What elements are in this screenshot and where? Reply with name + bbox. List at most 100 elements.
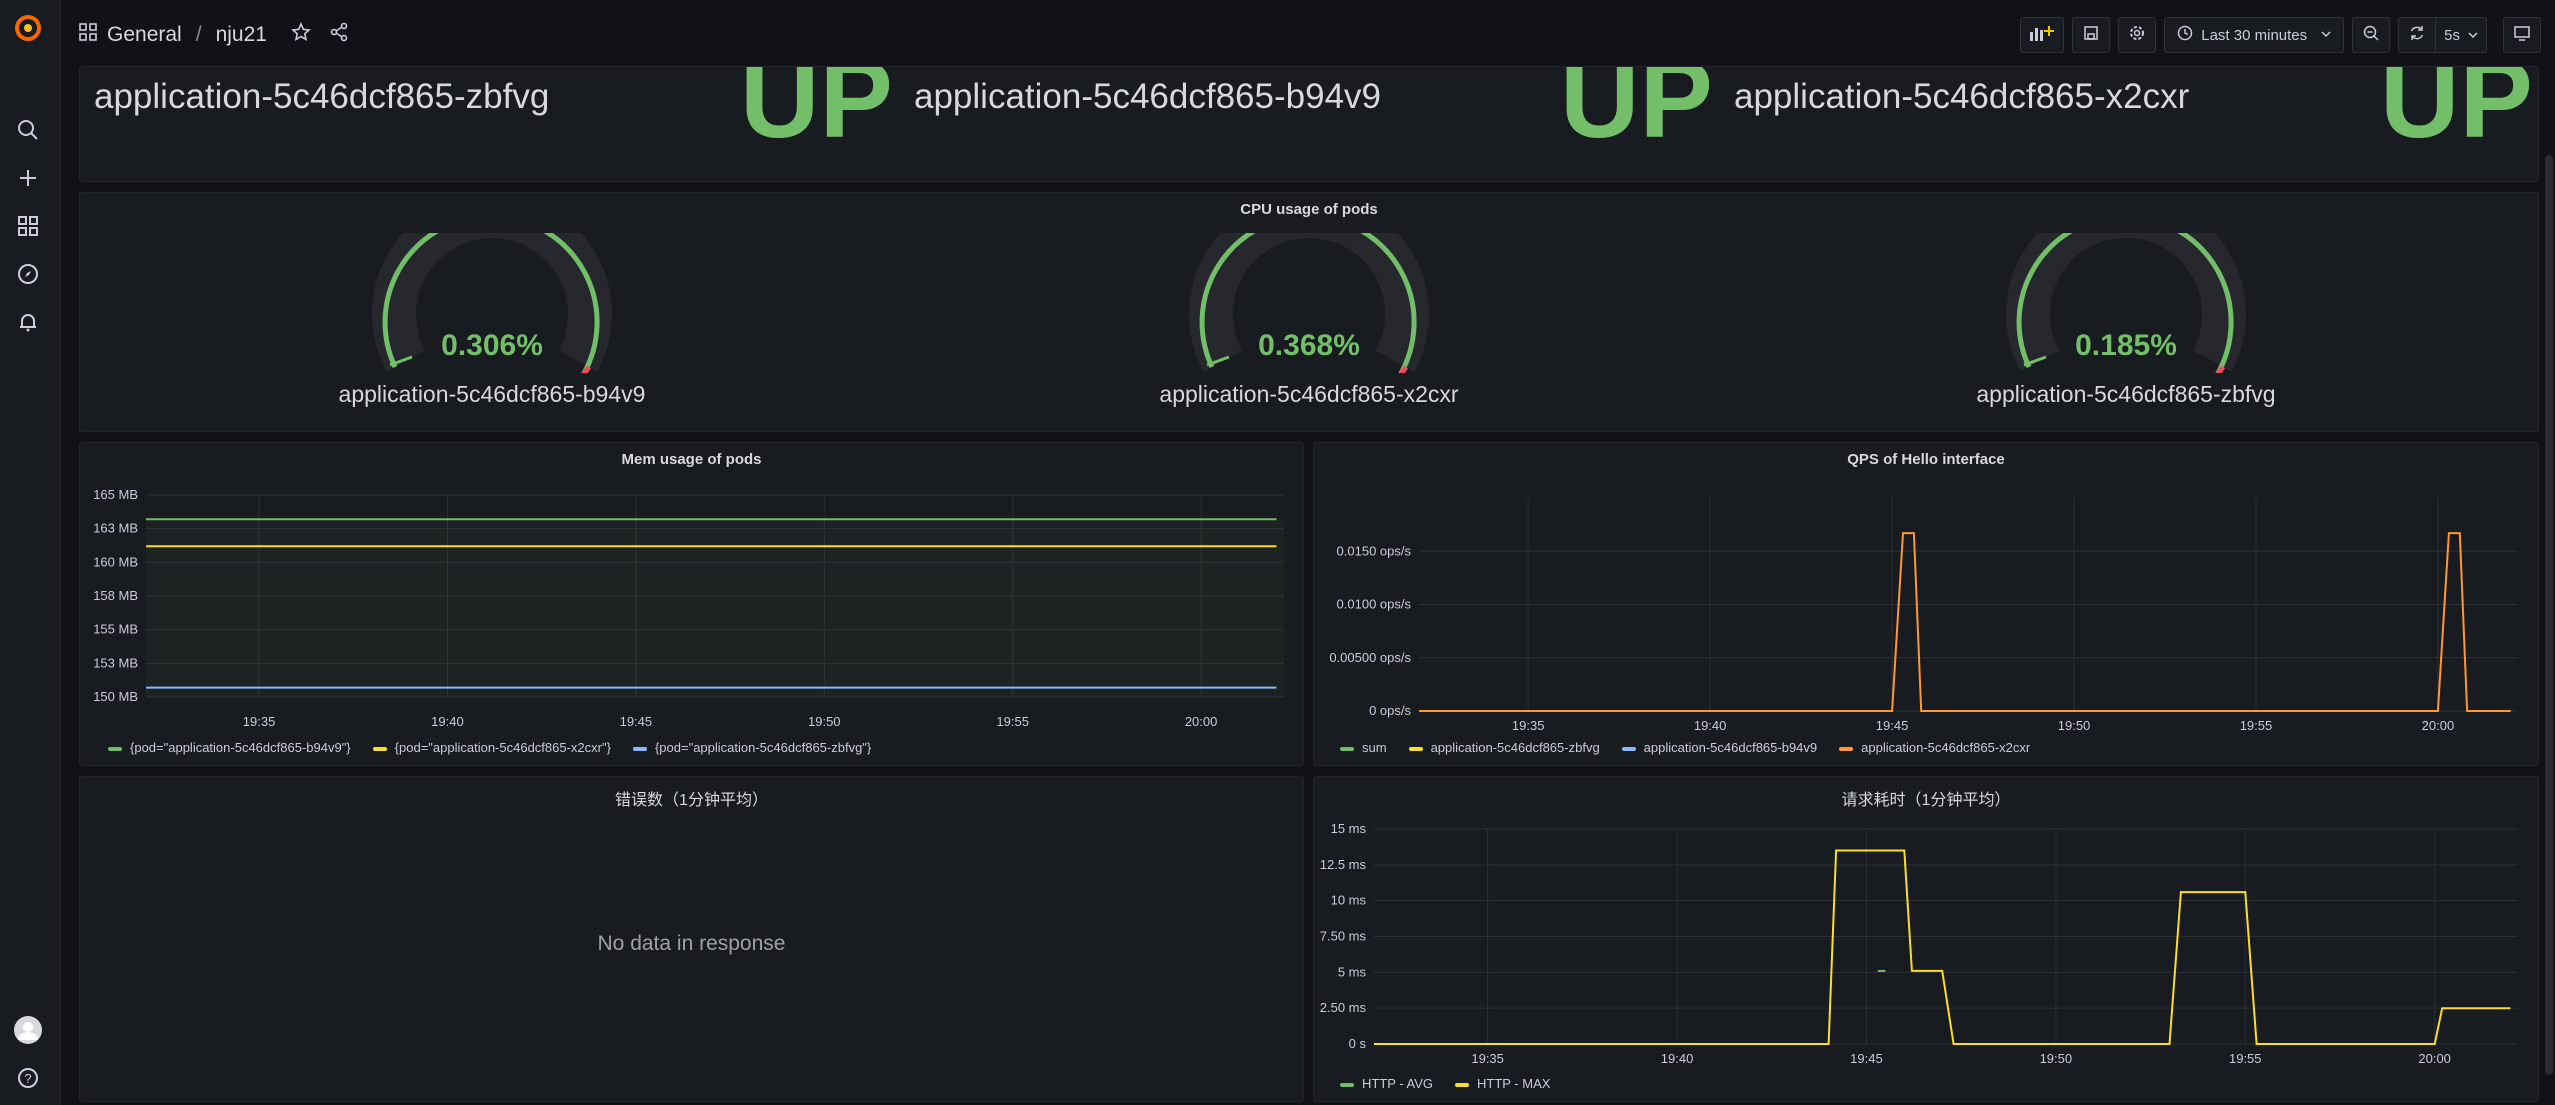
legend-item[interactable]: application-5c46dcf865-zbfvg — [1408, 740, 1600, 755]
legend-item[interactable]: {pod="application-5c46dcf865-zbfvg"} — [632, 740, 872, 755]
zoom-out-icon — [2362, 24, 2380, 47]
legend-label: application-5c46dcf865-x2cxr — [1861, 740, 2031, 755]
y-tick-label: 0.0150 ops/s — [1337, 543, 1412, 558]
share-icon[interactable] — [329, 22, 349, 48]
legend-swatch — [1621, 746, 1636, 751]
legend-swatch — [1455, 1082, 1470, 1087]
dashboards-icon[interactable] — [12, 210, 44, 242]
x-tick-label: 20:00 — [1185, 714, 1218, 729]
x-tick-label: 19:55 — [2240, 718, 2273, 733]
legend-swatch — [1408, 746, 1423, 751]
y-tick-label: 15 ms — [1331, 821, 1367, 836]
legend-item[interactable]: sum — [1340, 740, 1387, 755]
cpu-gauge: 0.368% application-5c46dcf865-x2cxr — [1159, 194, 1459, 431]
x-tick-label: 19:35 — [1471, 1051, 1504, 1066]
legend-item[interactable]: {pod="application-5c46dcf865-x2cxr"} — [372, 740, 611, 755]
svg-text:?: ? — [24, 1071, 31, 1086]
legend-swatch — [632, 746, 647, 751]
x-tick-label: 19:50 — [2040, 1051, 2073, 1066]
legend-label: {pod="application-5c46dcf865-x2cxr"} — [394, 740, 611, 755]
legend-swatch — [1340, 1082, 1354, 1087]
time-range-picker[interactable]: Last 30 minutes — [2164, 17, 2345, 53]
series-line — [1419, 532, 2511, 712]
legend-item[interactable]: HTTP - AVG — [1340, 1076, 1433, 1091]
add-panel-icon — [2029, 24, 2055, 47]
legend-item[interactable]: application-5c46dcf865-b94v9 — [1621, 740, 1817, 755]
no-data-message: No data in response — [597, 932, 786, 955]
search-icon[interactable] — [12, 114, 44, 146]
chart-legend: {pod="application-5c46dcf865-b94v9"} {po… — [108, 740, 871, 755]
legend-item[interactable]: HTTP - MAX — [1455, 1076, 1550, 1091]
gauge-value: 0.306% — [441, 329, 543, 362]
error-count-panel: 错误数（1分钟平均） No data in response — [79, 776, 1304, 1102]
grafana-logo-icon[interactable] — [12, 12, 44, 44]
stat-pod-value: UP — [740, 66, 893, 161]
stat-pod-value: UP — [2380, 66, 2533, 161]
legend-swatch — [372, 746, 387, 751]
y-tick-label: 165 MB — [93, 487, 138, 502]
y-tick-label: 0.0100 ops/s — [1337, 597, 1412, 612]
x-tick-label: 19:40 — [1694, 718, 1727, 733]
y-tick-label: 0.00500 ops/s — [1329, 650, 1411, 665]
breadcrumb-folder[interactable]: General — [107, 23, 182, 47]
pod-status-panel: application-5c46dcf865-zbfvg UP applicat… — [79, 66, 2539, 182]
legend-item[interactable]: {pod="application-5c46dcf865-b94v9"} — [108, 740, 351, 755]
panel-title[interactable]: 错误数（1分钟平均） — [80, 786, 1303, 810]
chart-legend: sum application-5c46dcf865-zbfvg applica… — [1340, 740, 2030, 755]
x-tick-label: 19:55 — [996, 714, 1029, 729]
y-tick-label: 150 MB — [93, 689, 138, 704]
stat-pod-value: UP — [1560, 66, 1713, 161]
user-avatar[interactable] — [12, 1014, 44, 1046]
qps-chart[interactable]: 0 ops/s 0.00500 ops/s 0.0100 ops/s 0.0150 o… — [1314, 443, 2539, 743]
y-tick-label: 163 MB — [93, 521, 138, 536]
dashboard-settings-button[interactable] — [2118, 17, 2157, 53]
breadcrumb-dashboard[interactable]: nju21 — [216, 23, 267, 47]
x-tick-label: 19:35 — [1512, 718, 1545, 733]
mem-usage-chart[interactable]: 150 MB 153 MB 155 MB 158 MB 160 MB 163 MB 165 … — [80, 443, 1304, 743]
y-tick-label: 2.50 ms — [1320, 1000, 1367, 1015]
chevron-down-icon — [2321, 26, 2331, 44]
legend-label: {pod="application-5c46dcf865-b94v9"} — [130, 740, 351, 755]
gauge-value: 0.368% — [1258, 329, 1360, 362]
x-tick-label: 19:35 — [243, 714, 276, 729]
star-icon[interactable] — [291, 22, 311, 48]
x-tick-label: 19:50 — [808, 714, 841, 729]
legend-item[interactable]: application-5c46dcf865-x2cxr — [1839, 740, 2030, 755]
x-tick-label: 19:40 — [431, 714, 464, 729]
breadcrumb-separator: / — [195, 23, 202, 46]
explore-compass-icon[interactable] — [12, 258, 44, 290]
y-tick-label: 7.50 ms — [1320, 929, 1367, 944]
add-panel-button[interactable] — [2020, 17, 2065, 53]
y-tick-label: 5 ms — [1338, 964, 1367, 979]
panel-title[interactable]: CPU usage of pods — [80, 201, 2538, 218]
alerting-bell-icon[interactable] — [12, 306, 44, 338]
save-dashboard-button[interactable] — [2072, 17, 2111, 53]
tv-mode-button[interactable] — [2503, 17, 2541, 53]
refresh-interval-label: 5s — [2444, 26, 2460, 44]
refresh-interval-dropdown[interactable]: 5s — [2436, 17, 2487, 53]
dashboard-grid-icon — [79, 23, 97, 47]
save-icon — [2083, 25, 2099, 46]
x-tick-label: 20:00 — [2422, 718, 2455, 733]
stat-pod-name: application-5c46dcf865-zbfvg — [94, 77, 550, 116]
top-navbar: General / nju21 Last 30 minutes 5s — [61, 0, 2555, 70]
chevron-down-icon — [2468, 27, 2478, 44]
dashboard-scrollbar[interactable] — [2545, 155, 2553, 1075]
series-line — [1374, 849, 2511, 1045]
x-tick-label: 19:50 — [2058, 718, 2091, 733]
plus-icon[interactable] — [12, 162, 44, 194]
x-tick-label: 19:55 — [2229, 1051, 2262, 1066]
legend-swatch — [108, 746, 122, 751]
x-tick-label: 19:45 — [1850, 1051, 1883, 1066]
y-tick-label: 158 MB — [93, 588, 138, 603]
latency-chart[interactable]: 0 s 2.50 ms 5 ms 7.50 ms 10 ms 12.5 ms 15 ms 19… — [1314, 777, 2539, 1077]
stat-pod-name: application-5c46dcf865-b94v9 — [914, 77, 1381, 116]
monitor-icon — [2513, 24, 2531, 47]
legend-label: HTTP - MAX — [1477, 1076, 1551, 1091]
refresh-button[interactable] — [2398, 17, 2437, 53]
help-icon[interactable]: ? — [12, 1062, 44, 1094]
legend-label: {pod="application-5c46dcf865-zbfvg"} — [654, 740, 872, 755]
y-tick-label: 12.5 ms — [1320, 857, 1367, 872]
zoom-out-button[interactable] — [2352, 17, 2391, 53]
breadcrumb: General / nju21 — [79, 22, 349, 48]
